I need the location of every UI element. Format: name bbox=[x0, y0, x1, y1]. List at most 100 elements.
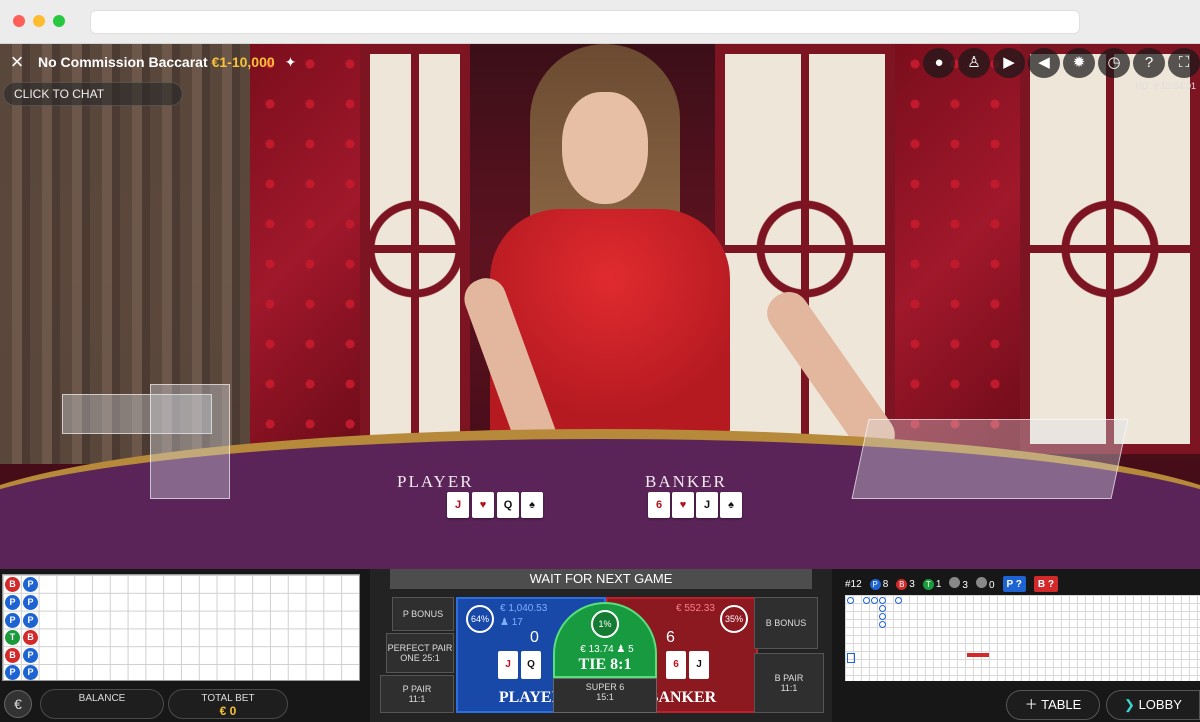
b-bonus-spot[interactable]: B BONUS bbox=[754, 597, 818, 649]
bead-banker: B bbox=[23, 630, 38, 645]
browser-chrome bbox=[0, 0, 1200, 44]
game-status: WAIT FOR NEXT GAME bbox=[390, 569, 812, 589]
big-road-panel: #12 P8 B3 T1 3 0 P ? B ? bbox=[845, 574, 1200, 681]
player-ask-button[interactable]: P ? bbox=[1002, 576, 1026, 592]
road-mark bbox=[879, 605, 886, 612]
tie-label: TIE 8:1 bbox=[578, 656, 632, 673]
game-window: PLAYER BANKER J ♥ Q ♠ 6 ♥ J ♠ × No Commi… bbox=[0, 44, 1200, 722]
pin-icon[interactable]: ✦ bbox=[285, 54, 297, 71]
player-wins: P8 bbox=[869, 578, 889, 590]
pair-count-2: 0 bbox=[975, 577, 995, 591]
total-bet-display: TOTAL BET € 0 bbox=[168, 689, 288, 719]
p-pair-odds: 11:1 bbox=[408, 694, 426, 704]
chat-button[interactable]: CLICK TO CHAT bbox=[3, 82, 183, 106]
player-amount: € 1,040.53 bbox=[500, 603, 548, 614]
bead-player: P bbox=[5, 595, 20, 610]
lobby-button[interactable]: ❯ LOBBY bbox=[1106, 690, 1200, 720]
lobby-button-label: LOBBY bbox=[1138, 697, 1182, 712]
pair-count-1-value: 3 bbox=[962, 580, 968, 591]
p-pair-label: P PAIR bbox=[402, 684, 432, 694]
wall-lattice-right bbox=[1020, 44, 1200, 454]
volume-icon[interactable]: ◀ bbox=[1028, 48, 1060, 78]
player-card: J bbox=[498, 651, 518, 679]
total-bet-label: TOTAL BET bbox=[201, 693, 255, 704]
player-wins-value: 8 bbox=[882, 578, 889, 590]
super6-spot[interactable]: SUPER 6 15:1 bbox=[553, 678, 657, 713]
player-count: ♟ 17 bbox=[500, 617, 523, 628]
wall-lattice-left bbox=[360, 44, 470, 454]
b-pair-odds: 11:1 bbox=[780, 683, 798, 693]
wall-quilt-left bbox=[250, 44, 360, 454]
road-mark bbox=[863, 597, 870, 604]
tie-percent: 1% bbox=[591, 610, 619, 638]
dealer bbox=[458, 44, 903, 484]
pair-count-2-value: 0 bbox=[988, 580, 995, 591]
banker-score: 6 bbox=[666, 629, 675, 646]
road-mark bbox=[879, 613, 886, 620]
bet-limits[interactable]: €1-10,000 bbox=[212, 54, 275, 70]
address-bar[interactable] bbox=[90, 10, 1080, 34]
chat-bubbles-icon[interactable]: ● bbox=[923, 48, 955, 78]
dealer-face bbox=[562, 92, 648, 204]
video-stream: PLAYER BANKER J ♥ Q ♠ 6 ♥ J ♠ × No Commi… bbox=[0, 44, 1200, 569]
gear-icon[interactable]: ✹ bbox=[1063, 48, 1095, 78]
bottom-panel: B P P P P P T B B P P P WAIT FOR NEXT GA… bbox=[0, 569, 1200, 722]
game-title: No Commission Baccarat bbox=[38, 54, 208, 70]
add-table-button[interactable]: ＋ TABLE bbox=[1006, 690, 1100, 720]
hd-time: HD # 13:04:01 bbox=[1135, 81, 1196, 91]
p-pair-spot[interactable]: P PAIR 11:1 bbox=[380, 675, 454, 713]
top-bar: × No Commission Baccarat €1-10,000 ✦ bbox=[0, 44, 297, 80]
banker-card: 6 bbox=[666, 651, 686, 679]
window-close-dot[interactable] bbox=[13, 15, 25, 27]
total-bet-value: € 0 bbox=[219, 704, 237, 718]
currency-button[interactable]: € bbox=[4, 690, 32, 718]
road-mark bbox=[871, 597, 878, 604]
tie-amount: € 13.74 bbox=[580, 644, 614, 655]
accessibility-icon[interactable]: ♙ bbox=[958, 48, 990, 78]
table-button-label: TABLE bbox=[1041, 697, 1082, 712]
felt-card: J bbox=[447, 492, 469, 518]
felt-card: ♥ bbox=[472, 492, 494, 518]
pair-count-1: 3 bbox=[949, 577, 968, 591]
road-mark bbox=[847, 597, 854, 604]
banker-card: J bbox=[689, 651, 709, 679]
hd-label: HD bbox=[1135, 81, 1149, 91]
help-icon[interactable]: ? bbox=[1133, 48, 1165, 78]
bead-player: P bbox=[5, 613, 20, 628]
window-maximize-dot[interactable] bbox=[53, 15, 65, 27]
big-road[interactable] bbox=[845, 595, 1200, 681]
bead-road[interactable]: B P P P P P T B B P P P bbox=[2, 574, 360, 681]
felt-player-label: PLAYER bbox=[397, 472, 474, 491]
bead-player: P bbox=[23, 665, 38, 680]
close-icon[interactable]: × bbox=[2, 47, 32, 77]
top-right-controls: ● ♙ ▶ ◀ ✹ ◷ ? ⛶ bbox=[920, 48, 1200, 78]
felt-card: 6 bbox=[648, 492, 670, 518]
super6-label: SUPER 6 bbox=[585, 682, 625, 692]
banker-ask-button[interactable]: B ? bbox=[1033, 576, 1058, 592]
b-pair-label: B PAIR bbox=[774, 673, 804, 683]
window-minimize-dot[interactable] bbox=[33, 15, 45, 27]
history-icon[interactable]: ◷ bbox=[1098, 48, 1130, 78]
player-card: Q bbox=[521, 651, 541, 679]
betting-grid: WAIT FOR NEXT GAME P BONUS PERFECT PAIR … bbox=[370, 569, 832, 722]
banker-wins: B3 bbox=[896, 578, 915, 590]
tie-stats: € 13.74 ♟ 5 bbox=[580, 644, 634, 655]
balance-row: € BALANCE TOTAL BET € 0 bbox=[0, 686, 300, 722]
tie-wins: T1 bbox=[922, 578, 941, 590]
b-pair-spot[interactable]: B PAIR 11:1 bbox=[754, 653, 824, 713]
lobby-icon: ❯ bbox=[1124, 697, 1135, 712]
felt-card: ♠ bbox=[521, 492, 543, 518]
bead-tie: T bbox=[5, 630, 20, 645]
bead-banker: B bbox=[5, 577, 20, 592]
road-mark bbox=[879, 597, 886, 604]
card-box bbox=[150, 384, 230, 499]
p-bonus-spot[interactable]: P BONUS bbox=[392, 597, 454, 631]
video-camera-icon[interactable]: ▶ bbox=[993, 48, 1025, 78]
balance-display: BALANCE bbox=[40, 689, 164, 719]
balance-label: BALANCE bbox=[78, 693, 126, 704]
perfect-pair-label: PERFECT PAIR bbox=[387, 643, 453, 653]
perfect-pair-spot[interactable]: PERFECT PAIR ONE 25:1 bbox=[386, 633, 454, 673]
banker-percent: 35% bbox=[720, 605, 748, 633]
fullscreen-icon[interactable]: ⛶ bbox=[1168, 48, 1200, 78]
banker-amount: € 552.33 bbox=[676, 603, 715, 614]
